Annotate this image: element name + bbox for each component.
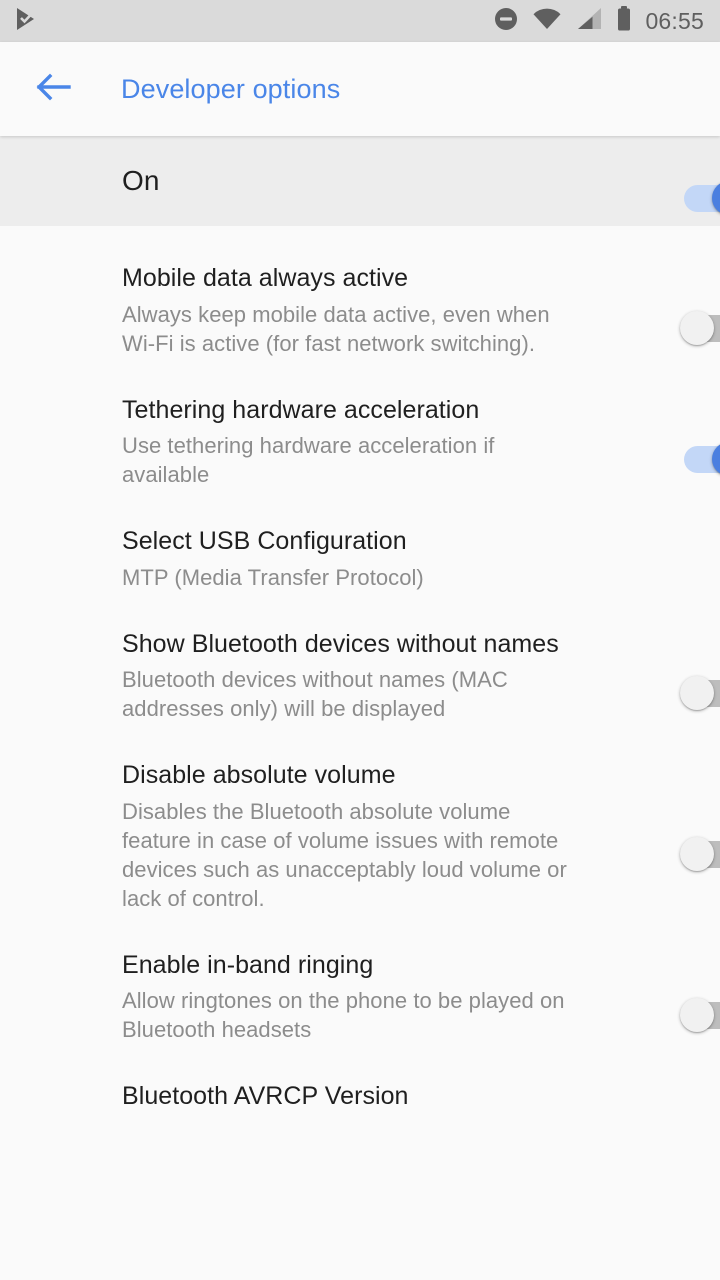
switch-thumb [680, 310, 714, 345]
back-arrow-icon [35, 70, 73, 109]
back-button[interactable] [28, 63, 80, 115]
master-switch-label: On [122, 165, 160, 196]
switch-thumb [680, 837, 714, 872]
switch-thumb [680, 997, 714, 1032]
status-bar-system-icons: 06:55 [493, 5, 704, 37]
settings-row-text: Mobile data always active Always keep mob… [122, 262, 592, 358]
settings-row[interactable]: Bluetooth AVRCP Version [0, 1062, 720, 1122]
settings-row-title: Disable absolute volume [122, 761, 396, 790]
settings-row-summary: Disables the Bluetooth absolute volume f… [122, 798, 567, 911]
settings-row[interactable]: Tethering hardware acceleration Use tethe… [0, 376, 720, 508]
do-not-disturb-icon [493, 6, 519, 37]
settings-row-text: Select USB Configuration MTP (Media Trans… [122, 525, 592, 592]
settings-row[interactable]: Mobile data always active Always keep mob… [0, 244, 720, 376]
settings-row-text: Enable in-band ringing Allow ringtones on… [122, 949, 592, 1045]
settings-row-text: Show Bluetooth devices without names Blue… [122, 628, 592, 724]
wifi-icon [532, 7, 562, 36]
phone-screen: 06:55 Developer options On Mobile data a… [0, 0, 720, 1280]
settings-row[interactable]: Disable absolute volume Disables the Blue… [0, 741, 720, 931]
settings-row[interactable]: Enable in-band ringing Allow ringtones on… [0, 931, 720, 1063]
play-check-icon [14, 6, 38, 37]
battery-icon [616, 5, 632, 37]
settings-list: Mobile data always active Always keep mob… [0, 226, 720, 1123]
status-bar-clock: 06:55 [645, 7, 704, 34]
status-bar-notifications [14, 6, 38, 37]
settings-row-text: Tethering hardware acceleration Use tethe… [122, 394, 592, 490]
settings-row-title: Show Bluetooth devices without names [122, 629, 559, 658]
settings-row-summary: MTP (Media Transfer Protocol) [122, 564, 424, 590]
settings-row-title: Select USB Configuration [122, 527, 407, 556]
developer-options-master-switch-row[interactable]: On [0, 136, 720, 226]
settings-row-summary: Bluetooth devices without names (MAC add… [122, 667, 508, 722]
settings-row-summary: Allow ringtones on the phone to be playe… [122, 988, 565, 1043]
status-bar: 06:55 [0, 0, 720, 42]
settings-row-title: Tethering hardware acceleration [122, 395, 480, 424]
settings-row-summary: Use tethering hardware acceleration if a… [122, 433, 495, 488]
settings-row-text: Bluetooth AVRCP Version [122, 1080, 592, 1113]
settings-row-title: Enable in-band ringing [122, 950, 374, 979]
page-title: Developer options [121, 73, 341, 104]
settings-row[interactable]: Select USB Configuration MTP (Media Trans… [0, 507, 720, 610]
settings-row-title: Bluetooth AVRCP Version [122, 1082, 409, 1111]
settings-row-title: Mobile data always active [122, 264, 409, 292]
settings-row[interactable]: Show Bluetooth devices without names Blue… [0, 610, 720, 742]
settings-row-text: Disable absolute volume Disables the Blue… [122, 759, 592, 913]
cellular-signal-icon [575, 7, 603, 36]
app-bar: Developer options [0, 42, 720, 136]
settings-row-summary: Always keep mobile data active, even whe… [122, 301, 550, 356]
